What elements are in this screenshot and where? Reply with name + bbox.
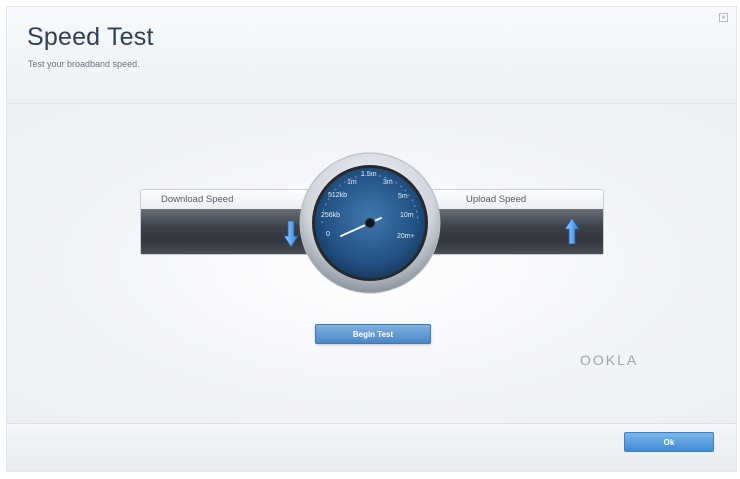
dialog-header: Speed Test Test your broadband speed. × [7, 7, 736, 104]
gauge-label-512kb: 512kb [328, 192, 347, 199]
arrow-up-icon [565, 218, 579, 244]
arrow-down-icon [284, 221, 298, 247]
download-panel-body [141, 209, 314, 254]
download-panel-header: Download Speed [141, 190, 314, 210]
page-subtitle: Test your broadband speed. [28, 59, 140, 69]
upload-panel: Upload Speed [429, 189, 604, 255]
download-panel: Download Speed [140, 189, 315, 255]
gauge-label-0: 0 [326, 231, 330, 238]
upload-panel-body [430, 209, 603, 254]
upload-panel-header: Upload Speed [430, 190, 603, 210]
page-title: Speed Test [27, 23, 154, 51]
gauge-label-10m: 10m [400, 212, 414, 219]
gauge-label-1m: 1m [347, 179, 357, 186]
begin-test-button[interactable]: Begin Test [315, 324, 431, 344]
upload-speed-label: Upload Speed [466, 194, 527, 205]
download-speed-label: Download Speed [161, 194, 234, 205]
gauge-label-5m: 5m [398, 193, 408, 200]
speed-gauge: 0 256kb 512kb 1m 1.5m 3m 5m 10m 20m+ [299, 152, 441, 294]
speed-test-dialog: Speed Test Test your broadband speed. × … [6, 6, 737, 472]
gauge-label-3m: 3m [383, 179, 393, 186]
gauge-label-20m: 20m+ [397, 233, 415, 240]
close-icon[interactable]: × [719, 13, 728, 22]
ok-button[interactable]: Ok [624, 432, 714, 452]
ookla-logo: OOKLA [580, 352, 639, 368]
speed-test-content: Download Speed Upload Speed 0 256kb 512k… [7, 104, 736, 425]
gauge-label-1-5m: 1.5m [361, 171, 377, 178]
gauge-hub [364, 217, 376, 229]
dialog-footer: Ok [7, 423, 736, 471]
gauge-label-256kb: 256kb [321, 212, 340, 219]
